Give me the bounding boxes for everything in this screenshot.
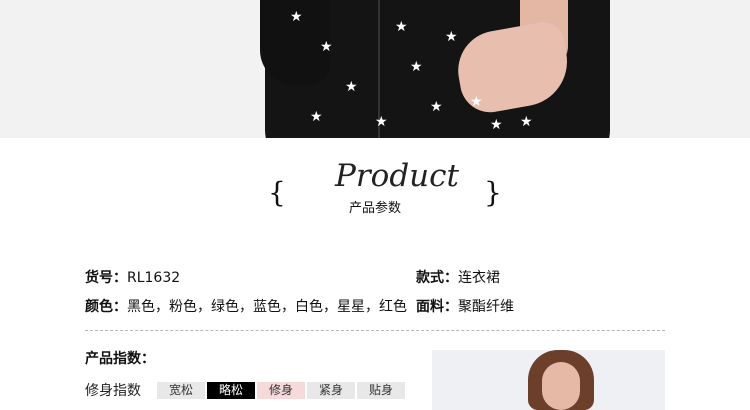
model-thumbnail [432, 350, 665, 410]
star-pattern-icon: ★ [430, 99, 443, 115]
model-face [542, 362, 580, 410]
star-pattern-icon: ★ [375, 114, 388, 130]
item-number-label: 货号： [85, 270, 127, 286]
color-row: 颜色：黑色，粉色，绿色，蓝色，白色，星星，红色 [85, 296, 407, 316]
fit-option-bodycon: 贴身 [357, 381, 405, 399]
star-pattern-icon: ★ [320, 39, 333, 55]
product-params-title: 产品参数 [348, 201, 401, 216]
fit-option-tight: 紧身 [307, 381, 355, 399]
item-number-row: 货号：RL1632 [85, 267, 180, 287]
star-pattern-icon: ★ [520, 114, 533, 130]
product-hero-photo: ★ ★ ★ ★ ★ ★ ★ ★ ★ ★ ★ ★ [0, 0, 750, 138]
color-label: 颜色： [85, 299, 127, 315]
fabric-label: 面料： [416, 299, 458, 315]
star-pattern-icon: ★ [395, 19, 408, 35]
fit-option-loose: 宽松 [157, 381, 205, 399]
fit-option-slightly-loose: 略松 [207, 381, 255, 399]
fit-index-label: 修身指数 [85, 383, 141, 399]
product-index-label: 产品指数： [85, 351, 155, 367]
color-value: 黑色，粉色，绿色，蓝色，白色，星星，红色 [127, 299, 407, 315]
star-pattern-icon: ★ [410, 59, 423, 75]
star-pattern-icon: ★ [445, 29, 458, 45]
item-number-value: RL1632 [127, 270, 181, 286]
product-script-title: Product [335, 158, 459, 194]
style-label: 款式： [416, 270, 458, 286]
star-pattern-icon: ★ [310, 109, 323, 125]
star-pattern-icon: ★ [345, 79, 358, 95]
star-pattern-icon: ★ [470, 94, 483, 110]
star-pattern-icon: ★ [490, 117, 503, 133]
fit-index-row: 修身指数 宽松 略松 修身 紧身 贴身 [85, 380, 407, 400]
style-row: 款式：连衣裙 [416, 267, 500, 287]
fabric-value: 聚酯纤维 [458, 299, 514, 315]
fit-option-slim: 修身 [257, 381, 305, 399]
fabric-row: 面料：聚酯纤维 [416, 296, 514, 316]
style-value: 连衣裙 [458, 270, 500, 286]
star-pattern-icon: ★ [290, 9, 303, 25]
section-divider [85, 330, 665, 331]
